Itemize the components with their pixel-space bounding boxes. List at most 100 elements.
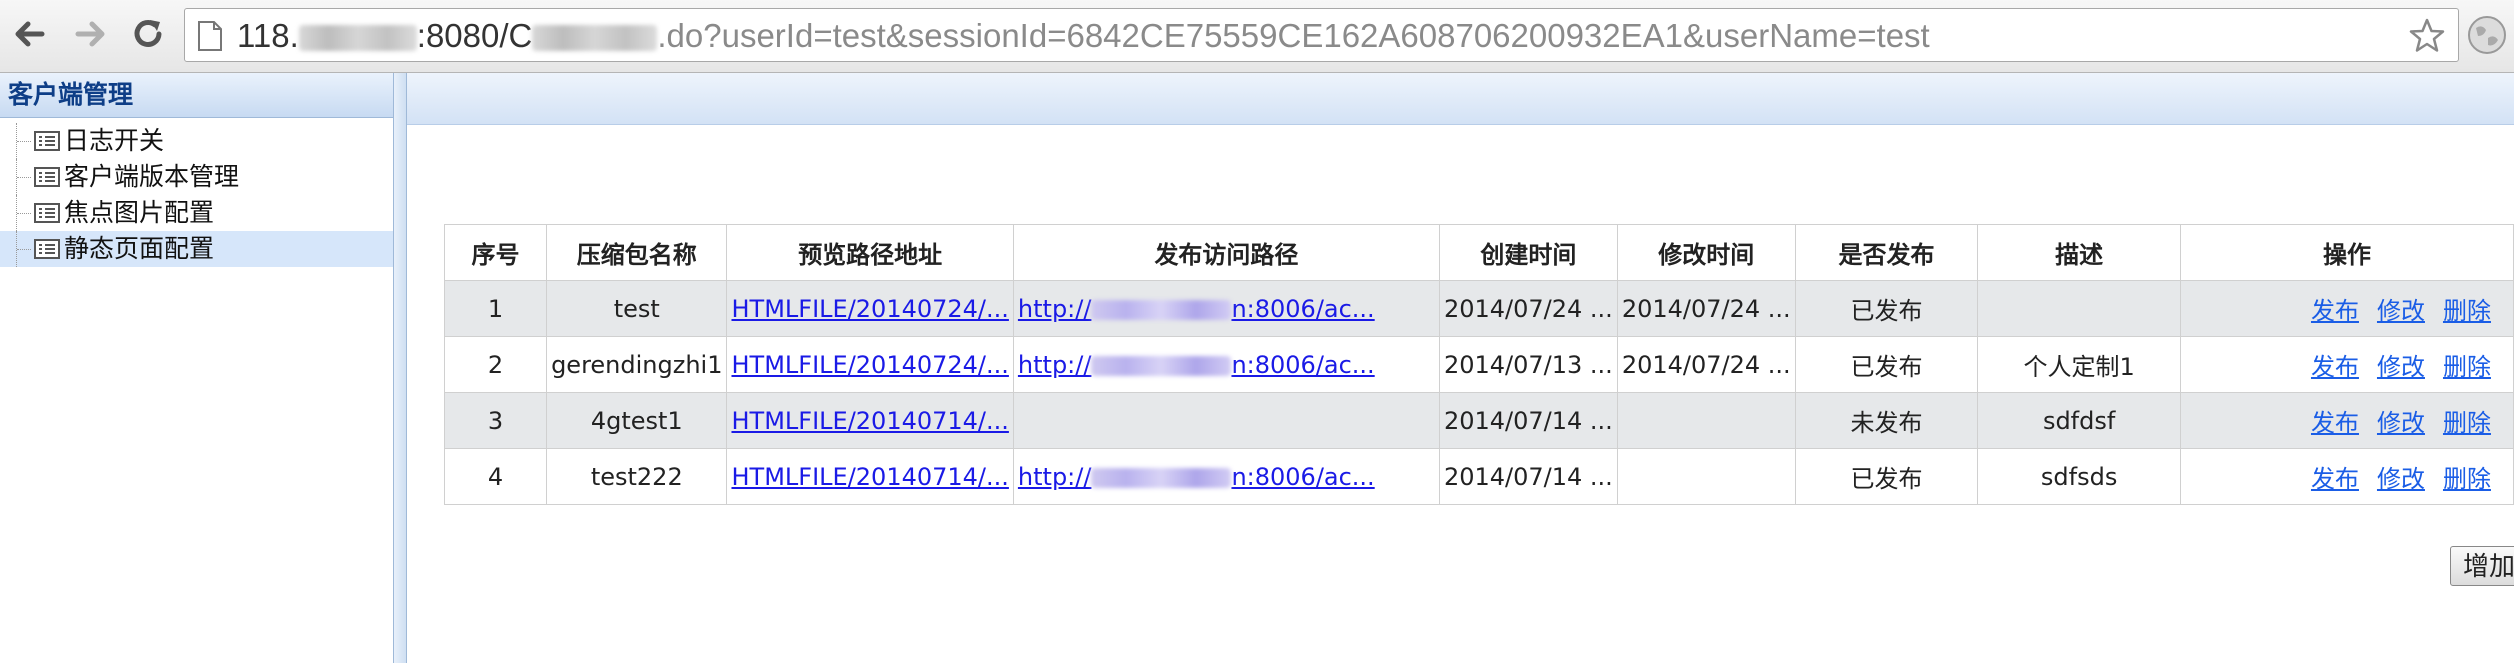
edit-action-link[interactable]: 修改: [2377, 297, 2425, 325]
cell-preview-path: HTMLFILE/20140714/...: [726, 392, 1014, 449]
redacted-domain: [1091, 355, 1232, 376]
column-header-package-name: 压缩包名称: [546, 224, 728, 281]
nav-tree: 日志开关 客户端版本管理 焦点图片配置 静态页面配置: [0, 118, 393, 267]
redacted-domain: [1091, 467, 1232, 488]
forward-button[interactable]: [68, 12, 112, 56]
preview-link[interactable]: HTMLFILE/20140714/...: [731, 463, 1008, 491]
url-text: 118.:8080/C .do?userId=test&sessionId=684…: [237, 17, 1930, 55]
sidebar: 客户端管理 日志开关 客户端版本管理 焦点图片配置 静态页面配置: [0, 73, 394, 663]
sidebar-item-label: 客户端版本管理: [64, 162, 240, 191]
cell-actions: 发布 修改 删除: [2179, 336, 2514, 393]
list-doc-icon: [34, 203, 60, 223]
publish-link[interactable]: http:// n:8006/ac...: [1018, 351, 1375, 379]
column-header-published: 是否发布: [1794, 224, 1979, 281]
table-row: 4 test222 HTMLFILE/20140714/... http:// n…: [443, 448, 2514, 505]
publish-link-suffix: n:8006/ac...: [1231, 294, 1375, 323]
url-host-prefix: 118.: [237, 17, 299, 54]
cell-modified: [1616, 448, 1796, 505]
publish-action-link[interactable]: 发布: [2311, 409, 2359, 437]
column-header-preview-path: 预览路径地址: [726, 224, 1014, 281]
cell-preview-path: HTMLFILE/20140714/...: [726, 448, 1014, 505]
column-header-actions: 操作: [2179, 224, 2514, 281]
sidebar-item-log-switch[interactable]: 日志开关: [0, 123, 393, 159]
edit-action-link[interactable]: 修改: [2377, 465, 2425, 493]
edit-action-link[interactable]: 修改: [2377, 409, 2425, 437]
tree-connector: [16, 159, 33, 195]
edit-action-link[interactable]: 修改: [2377, 353, 2425, 381]
cell-index: 4: [443, 448, 548, 505]
publish-link-prefix: http://: [1017, 294, 1092, 323]
add-button[interactable]: 增加: [2450, 546, 2514, 586]
cell-description: 个人定制1: [1977, 336, 2181, 393]
column-header-description: 描述: [1977, 224, 2181, 281]
publish-link-suffix: n:8006/ac...: [1231, 462, 1375, 491]
cell-package-name: test222: [546, 448, 728, 505]
cell-modified: 2014/07/24 ...: [1616, 280, 1796, 337]
sidebar-title: 客户端管理: [0, 73, 393, 118]
cell-status: 未发布: [1794, 392, 1979, 449]
table-header-row: 序号 压缩包名称 预览路径地址 发布访问路径 创建时间 修改时间 是否发布 描述…: [443, 224, 2514, 281]
publish-action-link[interactable]: 发布: [2311, 465, 2359, 493]
column-header-publish-path: 发布访问路径: [1012, 224, 1440, 281]
sidebar-item-client-version[interactable]: 客户端版本管理: [0, 159, 393, 195]
address-bar[interactable]: 118.:8080/C .do?userId=test&sessionId=684…: [184, 8, 2459, 62]
cell-preview-path: HTMLFILE/20140724/...: [726, 336, 1014, 393]
sidebar-item-focus-image[interactable]: 焦点图片配置: [0, 195, 393, 231]
redacted-host: [298, 25, 417, 52]
preview-link[interactable]: HTMLFILE/20140714/...: [731, 407, 1008, 435]
cell-index: 2: [443, 336, 548, 393]
delete-action-link[interactable]: 删除: [2443, 297, 2491, 325]
cell-created: 2014/07/13 ...: [1438, 336, 1618, 393]
panel-splitter[interactable]: [394, 73, 407, 663]
publish-link[interactable]: http:// n:8006/ac...: [1018, 295, 1375, 323]
sidebar-item-label: 焦点图片配置: [64, 198, 215, 227]
content-header-bar: [407, 73, 2514, 125]
table-row: 1 test HTMLFILE/20140724/... http:// n:80…: [443, 280, 2514, 337]
cell-created: 2014/07/14 ...: [1438, 448, 1618, 505]
browser-toolbar: 118.:8080/C .do?userId=test&sessionId=684…: [0, 0, 2514, 73]
column-header-modified: 修改时间: [1616, 224, 1796, 281]
back-button[interactable]: [8, 12, 52, 56]
publish-link-prefix: http://: [1017, 462, 1092, 491]
cell-publish-path: http:// n:8006/ac...: [1012, 280, 1440, 337]
cell-package-name: gerendingzhi1: [546, 336, 728, 393]
delete-action-link[interactable]: 删除: [2443, 465, 2491, 493]
list-doc-icon: [34, 167, 60, 187]
cell-description: sdfdsf: [1977, 392, 2181, 449]
publish-link-suffix: n:8006/ac...: [1231, 350, 1375, 379]
cell-modified: [1616, 392, 1796, 449]
list-doc-icon: [34, 239, 60, 259]
sidebar-item-static-page[interactable]: 静态页面配置: [0, 231, 393, 267]
delete-action-link[interactable]: 删除: [2443, 409, 2491, 437]
cell-status: 已发布: [1794, 280, 1979, 337]
static-page-table: 序号 压缩包名称 预览路径地址 发布访问路径 创建时间 修改时间 是否发布 描述…: [443, 224, 2514, 505]
table-row: 2 gerendingzhi1 HTMLFILE/20140724/... ht…: [443, 336, 2514, 393]
cell-index: 1: [443, 280, 548, 337]
cell-created: 2014/07/24 ...: [1438, 280, 1618, 337]
bookmark-star-icon[interactable]: [2408, 17, 2446, 55]
url-port-path: :8080/C: [416, 17, 533, 54]
preview-link[interactable]: HTMLFILE/20140724/...: [731, 351, 1008, 379]
cell-status: 已发布: [1794, 448, 1979, 505]
sidebar-item-label: 日志开关: [64, 126, 165, 155]
cell-description: sdfsds: [1977, 448, 2181, 505]
preview-link[interactable]: HTMLFILE/20140724/...: [731, 295, 1008, 323]
cell-created: 2014/07/14 ...: [1438, 392, 1618, 449]
reload-button[interactable]: [126, 12, 170, 56]
publish-action-link[interactable]: 发布: [2311, 297, 2359, 325]
globe-icon[interactable]: [2466, 14, 2508, 56]
cell-package-name: 4gtest1: [546, 392, 728, 449]
cell-actions: 发布 修改 删除: [2179, 448, 2514, 505]
column-header-created: 创建时间: [1438, 224, 1618, 281]
cell-index: 3: [443, 392, 548, 449]
delete-action-link[interactable]: 删除: [2443, 353, 2491, 381]
publish-link[interactable]: http:// n:8006/ac...: [1018, 463, 1375, 491]
cell-publish-path: http:// n:8006/ac...: [1012, 448, 1440, 505]
back-arrow-icon: [15, 21, 45, 47]
reload-icon: [134, 20, 162, 47]
cell-publish-path: [1012, 392, 1440, 449]
tree-connector: [16, 123, 33, 159]
cell-modified: 2014/07/24 ...: [1616, 336, 1796, 393]
redacted-path: [532, 25, 658, 52]
publish-action-link[interactable]: 发布: [2311, 353, 2359, 381]
